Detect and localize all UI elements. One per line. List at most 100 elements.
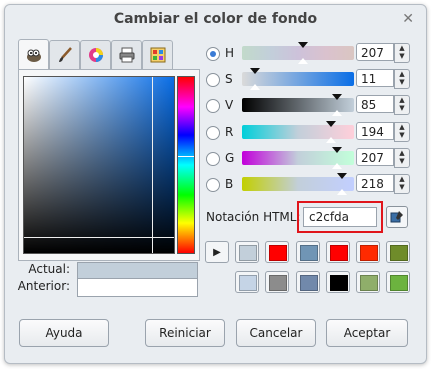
channel-slider-b[interactable] bbox=[242, 173, 354, 195]
channel-slider-v[interactable] bbox=[242, 94, 354, 116]
channel-row-g: G 207 ▲ ▼ bbox=[206, 147, 410, 170]
history-color-button[interactable] bbox=[296, 271, 320, 293]
tab-brush-selector[interactable] bbox=[49, 40, 80, 69]
channel-row-v: V 85 ▲ ▼ bbox=[206, 94, 410, 117]
wilber-icon bbox=[26, 49, 41, 62]
tab-gimp-selector[interactable] bbox=[18, 39, 49, 70]
slider-thumb-bottom bbox=[332, 110, 342, 116]
history-color-button[interactable] bbox=[356, 271, 380, 293]
slider-thumb-bottom bbox=[298, 58, 308, 64]
hue-marker bbox=[178, 156, 194, 157]
channel-value-input-g[interactable]: 207 bbox=[356, 148, 394, 166]
history-color-swatch bbox=[360, 275, 378, 291]
history-color-swatch bbox=[300, 245, 318, 261]
history-color-swatch bbox=[360, 245, 378, 261]
channel-row-b: B 218 ▲ ▼ bbox=[206, 173, 410, 196]
color-selector-panel bbox=[18, 69, 200, 261]
channel-label-b: B bbox=[225, 177, 234, 191]
history-color-swatch bbox=[330, 245, 348, 261]
channel-value-input-b[interactable]: 218 bbox=[356, 174, 394, 192]
channel-row-r: R 194 ▲ ▼ bbox=[206, 121, 410, 144]
spin-arrows-icon[interactable]: ▲ ▼ bbox=[394, 43, 410, 63]
history-color-swatch bbox=[390, 275, 408, 291]
printer-icon bbox=[119, 47, 134, 63]
play-icon: ▶ bbox=[213, 246, 221, 258]
tab-palette-selector[interactable] bbox=[142, 40, 173, 69]
channel-slider-g[interactable] bbox=[242, 147, 354, 169]
channel-radio-r[interactable] bbox=[206, 126, 220, 140]
channel-label-h: H bbox=[225, 46, 235, 60]
channel-spinbutton-h: 207 ▲ ▼ bbox=[356, 43, 410, 63]
spin-arrows-icon[interactable]: ▲ ▼ bbox=[394, 148, 410, 168]
channel-value-input-s[interactable]: 11 bbox=[356, 69, 394, 87]
help-button[interactable]: Ayuda bbox=[19, 319, 109, 347]
accept-button[interactable]: Aceptar bbox=[326, 319, 408, 347]
history-color-button[interactable] bbox=[326, 271, 350, 293]
channel-spinbutton-g: 207 ▲ ▼ bbox=[356, 148, 410, 168]
channel-slider-r[interactable] bbox=[242, 121, 354, 143]
title-bar: Cambiar el color de fondo ✕ bbox=[5, 5, 426, 33]
channel-slider-s[interactable] bbox=[242, 68, 354, 90]
channel-label-r: R bbox=[225, 125, 234, 139]
cancel-button[interactable]: Cancelar bbox=[236, 319, 316, 347]
channel-radio-h[interactable] bbox=[206, 47, 220, 61]
previous-color-swatch[interactable] bbox=[77, 278, 198, 297]
color-wheel-icon bbox=[88, 48, 103, 62]
channel-radio-s[interactable] bbox=[206, 73, 220, 87]
channel-label-g: G bbox=[225, 151, 235, 165]
channel-value-input-h[interactable]: 207 bbox=[356, 43, 394, 61]
selector-tabs bbox=[18, 39, 198, 70]
history-color-button[interactable] bbox=[326, 241, 350, 263]
add-to-history-button[interactable]: ▶ bbox=[205, 241, 229, 263]
history-color-button[interactable] bbox=[235, 241, 259, 263]
slider-thumb-top bbox=[250, 68, 260, 74]
history-color-swatch bbox=[269, 275, 287, 291]
slider-thumb-top bbox=[326, 121, 336, 127]
history-color-swatch bbox=[300, 275, 318, 291]
spin-arrows-icon[interactable]: ▲ ▼ bbox=[394, 95, 410, 115]
slider-thumb-bottom bbox=[250, 84, 260, 90]
slider-thumb-top bbox=[332, 94, 342, 100]
previous-color-label: Anterior: bbox=[17, 279, 70, 293]
dialog-title: Cambiar el color de fondo bbox=[113, 11, 318, 27]
channel-value-input-r[interactable]: 194 bbox=[356, 122, 394, 140]
channel-slider-h[interactable] bbox=[242, 42, 354, 64]
spin-arrows-icon[interactable]: ▲ ▼ bbox=[394, 122, 410, 142]
channel-value-input-v[interactable]: 85 bbox=[356, 95, 394, 113]
channel-radio-v[interactable] bbox=[206, 99, 220, 113]
channel-spinbutton-v: 85 ▲ ▼ bbox=[356, 95, 410, 115]
slider-thumb-bottom bbox=[332, 163, 342, 169]
history-color-button[interactable] bbox=[235, 271, 259, 293]
tab-color-wheel-selector[interactable] bbox=[80, 40, 111, 69]
channel-spinbutton-r: 194 ▲ ▼ bbox=[356, 122, 410, 142]
eyedropper-icon bbox=[390, 211, 403, 223]
history-color-swatch bbox=[330, 275, 348, 291]
reset-button[interactable]: Reiniciar bbox=[145, 319, 225, 347]
hue-strip[interactable] bbox=[177, 76, 195, 254]
history-color-swatch bbox=[239, 275, 257, 291]
history-color-button[interactable] bbox=[265, 241, 289, 263]
palette-icon bbox=[150, 47, 165, 63]
spin-arrows-icon[interactable]: ▲ ▼ bbox=[394, 69, 410, 89]
slider-thumb-top bbox=[298, 42, 308, 48]
history-color-button[interactable] bbox=[356, 241, 380, 263]
slider-thumb-top bbox=[337, 173, 347, 179]
close-icon[interactable]: ✕ bbox=[402, 11, 414, 27]
tab-printer-selector[interactable] bbox=[111, 40, 142, 69]
channel-label-v: V bbox=[225, 98, 234, 112]
history-color-swatch bbox=[239, 245, 257, 261]
channel-radio-g[interactable] bbox=[206, 152, 220, 166]
sv-crosshair-vertical bbox=[152, 77, 153, 253]
history-color-button[interactable] bbox=[386, 271, 410, 293]
spin-arrows-icon[interactable]: ▲ ▼ bbox=[394, 174, 410, 194]
slider-thumb-bottom bbox=[326, 137, 336, 143]
color-picker-button[interactable] bbox=[386, 206, 408, 228]
history-color-button[interactable] bbox=[386, 241, 410, 263]
channel-radio-b[interactable] bbox=[206, 178, 220, 192]
html-notation-input[interactable]: c2cfda bbox=[303, 207, 377, 227]
brush-icon bbox=[58, 47, 72, 62]
saturation-value-area[interactable] bbox=[23, 76, 175, 254]
channel-spinbutton-b: 218 ▲ ▼ bbox=[356, 174, 410, 194]
history-color-button[interactable] bbox=[265, 271, 289, 293]
history-color-button[interactable] bbox=[296, 241, 320, 263]
